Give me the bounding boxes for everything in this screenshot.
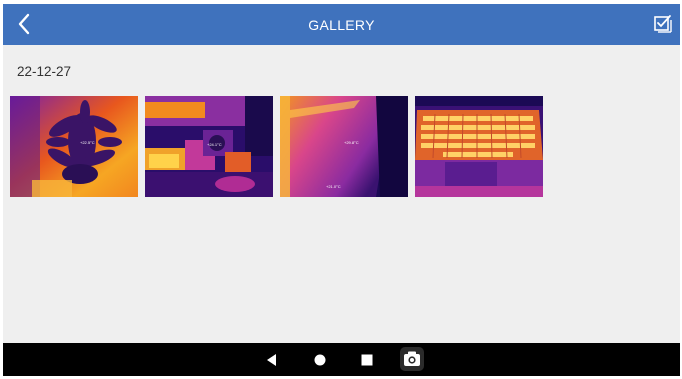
gallery-thumbnail[interactable]: +22.5°C <box>10 96 138 197</box>
thermal-image-plant: +22.5°C <box>10 96 138 197</box>
svg-text:+21.0°C: +21.0°C <box>326 184 341 189</box>
nav-back-button[interactable] <box>261 349 283 371</box>
svg-text:+24.1°C: +24.1°C <box>207 142 222 147</box>
gallery-thumbnail[interactable]: +24.1°C <box>145 96 273 197</box>
thermal-image-laptop <box>415 96 543 197</box>
thermal-image-desk: +24.1°C <box>145 96 273 197</box>
top-app-bar: GALLERY <box>3 4 680 45</box>
page-title: GALLERY <box>308 17 375 33</box>
nav-recents-button[interactable] <box>356 349 378 371</box>
recents-square-icon <box>361 354 373 366</box>
back-triangle-icon <box>267 354 276 366</box>
home-circle-icon <box>314 354 326 366</box>
gallery-thumbnail[interactable] <box>415 96 543 197</box>
thermal-image-device: +29.8°C +21.0°C <box>280 96 408 197</box>
date-group-label: 22-12-27 <box>17 64 72 79</box>
nav-home-button[interactable] <box>309 349 331 371</box>
select-mode-button[interactable] <box>652 13 674 35</box>
gallery-screen: GALLERY 22-12-27 +22.5°C +24.1°C +29.8°C… <box>3 4 680 376</box>
gallery-thumbnail[interactable]: +29.8°C +21.0°C <box>280 96 408 197</box>
select-checkbox-icon <box>654 15 672 33</box>
svg-text:+29.8°C: +29.8°C <box>344 140 359 145</box>
nav-camera-button[interactable] <box>399 346 425 372</box>
system-navigation-bar <box>3 343 680 376</box>
svg-text:+22.5°C: +22.5°C <box>80 140 95 145</box>
camera-icon <box>400 347 424 371</box>
